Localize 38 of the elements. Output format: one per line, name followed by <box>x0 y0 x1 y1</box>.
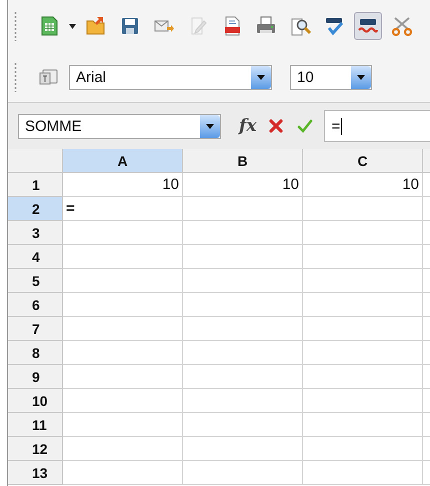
checkmark-icon <box>323 15 345 37</box>
caret-icon <box>357 74 365 80</box>
caret-icon <box>206 124 214 128</box>
checkmark-icon <box>297 119 314 133</box>
dropdown-button[interactable] <box>200 114 220 138</box>
table-cell: = <box>63 197 183 221</box>
dropdown-button[interactable] <box>251 66 271 88</box>
row-header[interactable]: 12 <box>8 437 63 461</box>
table-cell: 10 <box>183 173 303 197</box>
name-box[interactable]: SOMME <box>18 114 221 138</box>
row-header[interactable]: 4 <box>8 245 63 269</box>
row-header[interactable]: 7 <box>8 317 63 341</box>
row-header[interactable]: 5 <box>8 269 63 293</box>
row-header[interactable]: 13 <box>8 461 63 485</box>
table-cell: 10 <box>303 173 423 197</box>
font-size-combo[interactable]: 10 <box>290 64 372 90</box>
column-header[interactable]: B <box>183 149 303 173</box>
auto-spellcheck-button[interactable] <box>354 12 382 40</box>
table-cell: 10 <box>63 173 183 197</box>
row-header[interactable]: 2 <box>8 197 63 221</box>
row-header[interactable]: 10 <box>8 389 63 413</box>
row-header[interactable]: 9 <box>8 365 63 389</box>
row-header[interactable]: 3 <box>8 221 63 245</box>
folder-icon <box>85 15 107 37</box>
function-wizard-button[interactable]: fx <box>237 116 258 136</box>
formula-input[interactable]: = <box>324 110 430 142</box>
caret-icon <box>257 74 265 80</box>
row-header[interactable]: 11 <box>8 413 63 437</box>
scissors-icon <box>391 15 413 37</box>
row-header[interactable]: 8 <box>8 341 63 365</box>
caret-icon[interactable] <box>69 24 76 28</box>
font-name-combo[interactable]: Arial <box>69 64 272 90</box>
row-header[interactable]: 6 <box>8 293 63 317</box>
column-header[interactable]: A <box>63 149 183 173</box>
dropdown-button[interactable] <box>351 66 371 88</box>
row-header[interactable]: 1 <box>8 173 63 197</box>
close-icon <box>269 119 284 133</box>
column-header[interactable]: C <box>303 149 423 173</box>
